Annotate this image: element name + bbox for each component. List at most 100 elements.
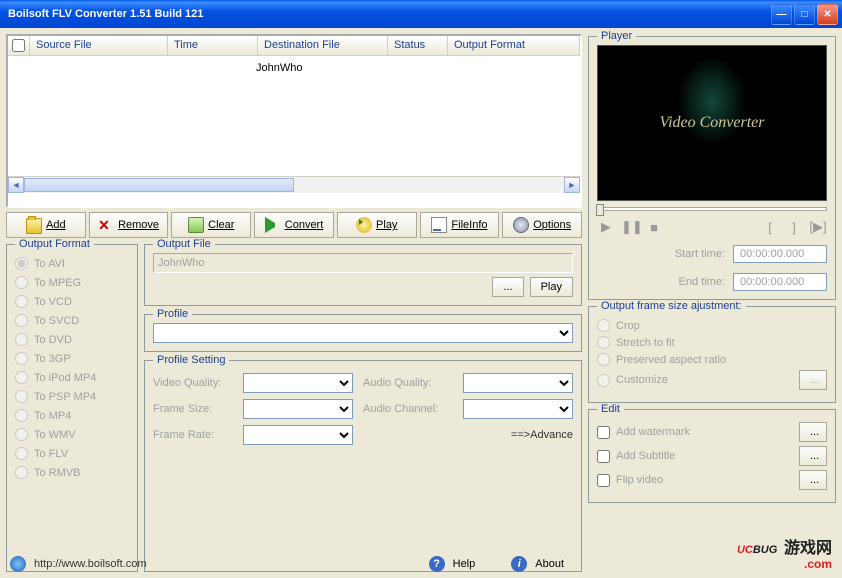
watermark-browse-button[interactable]: ... <box>799 422 827 442</box>
customize-browse-button[interactable]: ... <box>799 370 827 390</box>
subtitle-checkbox[interactable] <box>597 450 610 463</box>
play-icon <box>356 217 372 233</box>
player-screen[interactable]: Video Converter <box>597 45 827 201</box>
format-option-to-avi[interactable]: To AVI <box>15 257 129 270</box>
format-option-to-rmvb[interactable]: To RMVB <box>15 466 129 479</box>
horizontal-scrollbar[interactable]: ◄ ► <box>8 176 580 192</box>
seek-knob[interactable] <box>596 204 604 216</box>
minimize-button[interactable]: — <box>771 4 792 25</box>
scroll-track[interactable] <box>24 177 564 193</box>
adjust-option-crop[interactable]: Crop <box>597 319 827 332</box>
scroll-thumb[interactable] <box>24 178 294 192</box>
format-label: To RMVB <box>34 467 80 479</box>
format-option-to-ipod-mp4[interactable]: To iPod MP4 <box>15 371 129 384</box>
info-icon: i <box>511 556 527 572</box>
format-label: To 3GP <box>34 353 71 365</box>
select-all-checkbox[interactable] <box>12 39 25 52</box>
clear-button[interactable]: Clear <box>171 212 251 238</box>
format-option-to-wmv[interactable]: To WMV <box>15 428 129 441</box>
advance-link[interactable]: ==>Advance <box>511 429 573 441</box>
player-mark-in-button[interactable]: [ <box>761 220 779 235</box>
format-radio[interactable] <box>15 314 28 327</box>
adjust-radio[interactable] <box>597 319 610 332</box>
format-radio[interactable] <box>15 276 28 289</box>
convert-button[interactable]: Convert <box>254 212 334 238</box>
col-source-file[interactable]: Source File <box>30 36 168 55</box>
format-radio[interactable] <box>15 409 28 422</box>
flip-browse-button[interactable]: ... <box>799 470 827 490</box>
footer-url[interactable]: http://www.boilsoft.com <box>34 558 147 570</box>
adjust-radio[interactable] <box>597 336 610 349</box>
output-file-play-button[interactable]: Play <box>530 277 573 297</box>
col-output-format[interactable]: Output Format <box>448 36 580 55</box>
format-option-to-vcd[interactable]: To VCD <box>15 295 129 308</box>
format-option-to-psp-mp4[interactable]: To PSP MP4 <box>15 390 129 403</box>
format-option-to-mp4[interactable]: To MP4 <box>15 409 129 422</box>
format-label: To FLV <box>34 448 68 460</box>
subtitle-label: Add Subtitle <box>616 450 793 462</box>
format-option-to-flv[interactable]: To FLV <box>15 447 129 460</box>
play-button[interactable]: Play <box>337 212 417 238</box>
format-label: To SVCD <box>34 315 79 327</box>
scroll-right-button[interactable]: ► <box>564 177 580 193</box>
help-link[interactable]: Help <box>453 558 476 570</box>
adjust-option-preserved-aspect-ratio[interactable]: Preserved aspect ratio <box>597 353 827 366</box>
player-skip-end-button[interactable]: [▶] <box>809 219 827 235</box>
format-radio[interactable] <box>15 371 28 384</box>
folder-icon <box>26 218 42 234</box>
frame-size-select[interactable] <box>243 399 353 419</box>
remove-button[interactable]: ✕Remove <box>89 212 169 238</box>
file-icon <box>431 217 447 233</box>
format-radio[interactable] <box>15 466 28 479</box>
options-button[interactable]: Options <box>502 212 582 238</box>
watermark-checkbox[interactable] <box>597 426 610 439</box>
flip-checkbox[interactable] <box>597 474 610 487</box>
frame-adjustment-legend: Output frame size ajustment: <box>597 300 746 312</box>
fileinfo-button[interactable]: FileInfo <box>420 212 500 238</box>
format-radio[interactable] <box>15 447 28 460</box>
adjust-radio[interactable] <box>597 353 610 366</box>
format-radio[interactable] <box>15 295 28 308</box>
player-play-button[interactable]: ▶ <box>597 219 615 235</box>
adjust-option-stretch-to-fit[interactable]: Stretch to fit <box>597 336 827 349</box>
audio-channel-select[interactable] <box>463 399 573 419</box>
main-toolbar: Add ✕Remove Clear Convert Play FileInfo … <box>6 212 582 238</box>
end-time-field[interactable]: 00:00:00.000 <box>733 273 827 291</box>
format-label: To WMV <box>34 429 76 441</box>
format-option-to-mpeg[interactable]: To MPEG <box>15 276 129 289</box>
adjust-radio[interactable] <box>597 374 610 387</box>
format-radio[interactable] <box>15 428 28 441</box>
output-file-field[interactable] <box>153 253 573 273</box>
file-list-body[interactable]: JohnWho <box>8 56 580 176</box>
subtitle-browse-button[interactable]: ... <box>799 446 827 466</box>
player-pause-button[interactable]: ❚❚ <box>621 219 639 235</box>
player-seek-slider[interactable] <box>597 207 827 211</box>
player-mark-out-button[interactable]: ] <box>785 220 803 235</box>
col-time[interactable]: Time <box>168 36 258 55</box>
format-option-to-3gp[interactable]: To 3GP <box>15 352 129 365</box>
format-radio[interactable] <box>15 333 28 346</box>
format-label: To VCD <box>34 296 72 308</box>
header-checkbox-cell[interactable] <box>8 36 30 55</box>
col-status[interactable]: Status <box>388 36 448 55</box>
format-radio[interactable] <box>15 390 28 403</box>
output-format-legend: Output Format <box>15 238 94 250</box>
format-radio[interactable] <box>15 352 28 365</box>
player-stop-button[interactable]: ■ <box>645 220 663 235</box>
adjust-option-customize[interactable]: Customize... <box>597 370 827 390</box>
close-button[interactable]: ✕ <box>817 4 838 25</box>
col-destination-file[interactable]: Destination File <box>258 36 388 55</box>
scroll-left-button[interactable]: ◄ <box>8 177 24 193</box>
audio-quality-select[interactable] <box>463 373 573 393</box>
add-button[interactable]: Add <box>6 212 86 238</box>
profile-select[interactable] <box>153 323 573 343</box>
output-file-browse-button[interactable]: ... <box>492 277 523 297</box>
format-radio[interactable] <box>15 257 28 270</box>
maximize-button[interactable]: □ <box>794 4 815 25</box>
frame-rate-select[interactable] <box>243 425 353 445</box>
format-option-to-svcd[interactable]: To SVCD <box>15 314 129 327</box>
start-time-field[interactable]: 00:00:00.000 <box>733 245 827 263</box>
about-link[interactable]: About <box>535 558 564 570</box>
video-quality-select[interactable] <box>243 373 353 393</box>
format-option-to-dvd[interactable]: To DVD <box>15 333 129 346</box>
